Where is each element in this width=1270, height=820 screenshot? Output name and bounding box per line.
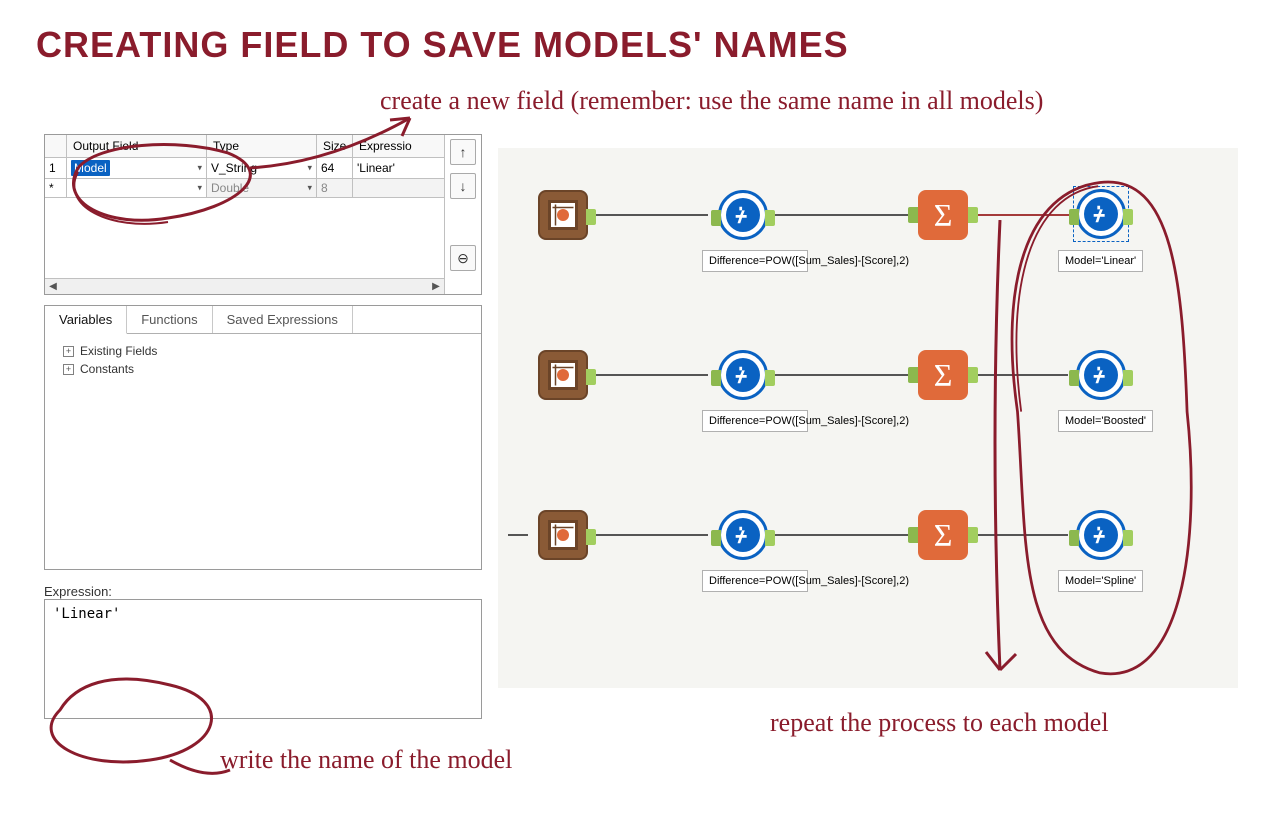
model-label-boosted: Model='Boosted'	[1058, 410, 1153, 432]
chevron-down-icon[interactable]: ▾	[307, 163, 312, 174]
summarize-tool[interactable]: Σ	[918, 190, 968, 240]
scroll-left-icon[interactable]: ◀	[45, 281, 61, 292]
formula-tool-model-linear[interactable]	[1076, 189, 1126, 239]
summarize-tool-icon: Σ	[934, 197, 953, 234]
formula-tool-model-boosted[interactable]	[1076, 350, 1126, 400]
formula-tool-difference[interactable]	[718, 350, 768, 400]
workflow-row-boosted: Difference=POW([Sum_Sales]-[Score],2) Σ …	[518, 350, 1218, 470]
formula-tool-icon	[732, 364, 754, 386]
annotation-top: create a new field (remember: use the sa…	[380, 86, 1043, 116]
summarize-tool[interactable]: Σ	[918, 510, 968, 560]
formula-tool-icon	[1090, 203, 1112, 225]
summarize-tool-icon: Σ	[934, 357, 953, 394]
formula-tool-difference[interactable]	[718, 190, 768, 240]
formula-tool-icon	[1090, 524, 1112, 546]
grid-row-new[interactable]: * ▾ Double▾ 8	[45, 179, 444, 198]
expression-input[interactable]: 'Linear'	[44, 599, 482, 719]
expand-icon[interactable]: +	[63, 346, 74, 357]
tab-saved-expressions[interactable]: Saved Expressions	[213, 306, 353, 333]
expand-icon[interactable]: +	[63, 364, 74, 375]
summarize-tool-icon: Σ	[934, 517, 953, 554]
header-size[interactable]: Size	[317, 135, 353, 157]
formula-tool-icon	[732, 524, 754, 546]
header-expression[interactable]: Expressio	[353, 135, 444, 157]
formula-label-difference: Difference=POW([Sum_Sales]-[Score],2)	[702, 250, 808, 272]
chevron-down-icon[interactable]: ▾	[197, 183, 202, 194]
tab-variables[interactable]: Variables	[45, 306, 127, 334]
grid-header-row: Output Field Type Size Expressio	[45, 135, 444, 158]
field-type-cell-new[interactable]: Double▾	[207, 179, 317, 197]
score-tool-icon	[545, 357, 581, 393]
header-output-field[interactable]: Output Field	[67, 135, 207, 157]
tree-item-existing-fields[interactable]: +Existing Fields	[63, 344, 467, 358]
scroll-right-icon[interactable]: ▶	[428, 281, 444, 292]
move-down-button[interactable]: ↓	[450, 173, 476, 199]
model-label-linear: Model='Linear'	[1058, 250, 1143, 272]
move-up-button[interactable]: ↑	[450, 139, 476, 165]
grid-row-1[interactable]: 1 Model▾ V_String▾ 64 'Linear'	[45, 158, 444, 179]
expression-helper-panel: Variables Functions Saved Expressions +E…	[44, 305, 482, 570]
horizontal-scrollbar[interactable]: ◀ ▶	[45, 278, 444, 294]
formula-tool-icon	[1090, 364, 1112, 386]
field-name-cell[interactable]: Model▾	[67, 158, 207, 178]
workflow-row-spline: Difference=POW([Sum_Sales]-[Score],2) Σ …	[518, 510, 1218, 630]
chevron-down-icon[interactable]: ▾	[197, 163, 202, 174]
field-name-cell-new[interactable]: ▾	[67, 179, 207, 197]
score-tool-icon	[545, 517, 581, 553]
field-type-cell[interactable]: V_String▾	[207, 158, 317, 178]
workflow-canvas[interactable]: Difference=POW([Sum_Sales]-[Score],2) Σ …	[498, 148, 1238, 688]
annotation-bottom-left: write the name of the model	[220, 745, 512, 775]
score-tool[interactable]	[538, 350, 588, 400]
header-type[interactable]: Type	[207, 135, 317, 157]
row-number-new: *	[45, 179, 67, 197]
workflow-row-linear: Difference=POW([Sum_Sales]-[Score],2) Σ …	[518, 190, 1218, 310]
formula-config-panel: Output Field Type Size Expressio 1 Model…	[44, 134, 482, 719]
score-tool-icon	[545, 197, 581, 233]
row-number: 1	[45, 158, 67, 178]
tree-item-constants[interactable]: +Constants	[63, 362, 467, 376]
annotation-bottom-right: repeat the process to each model	[770, 708, 1109, 738]
tab-functions[interactable]: Functions	[127, 306, 212, 333]
formula-label-difference: Difference=POW([Sum_Sales]-[Score],2)	[702, 570, 808, 592]
score-tool[interactable]	[538, 190, 588, 240]
model-label-spline: Model='Spline'	[1058, 570, 1143, 592]
formula-tool-icon	[732, 204, 754, 226]
field-size-cell[interactable]: 64	[317, 158, 353, 178]
formula-label-difference: Difference=POW([Sum_Sales]-[Score],2)	[702, 410, 808, 432]
remove-button[interactable]: ⊖	[450, 245, 476, 271]
summarize-tool[interactable]: Σ	[918, 350, 968, 400]
expression-label: Expression:	[44, 584, 482, 599]
chevron-down-icon[interactable]: ▾	[307, 183, 312, 194]
formula-tool-difference[interactable]	[718, 510, 768, 560]
page-title: CREATING FIELD TO SAVE MODELS' NAMES	[36, 24, 849, 66]
formula-tool-model-spline[interactable]	[1076, 510, 1126, 560]
field-expr-cell-new[interactable]	[353, 179, 444, 197]
field-size-cell-new[interactable]: 8	[317, 179, 353, 197]
score-tool[interactable]	[538, 510, 588, 560]
variables-tree[interactable]: +Existing Fields +Constants	[45, 334, 481, 569]
output-fields-grid: Output Field Type Size Expressio 1 Model…	[44, 134, 482, 295]
field-expr-cell[interactable]: 'Linear'	[353, 158, 444, 178]
